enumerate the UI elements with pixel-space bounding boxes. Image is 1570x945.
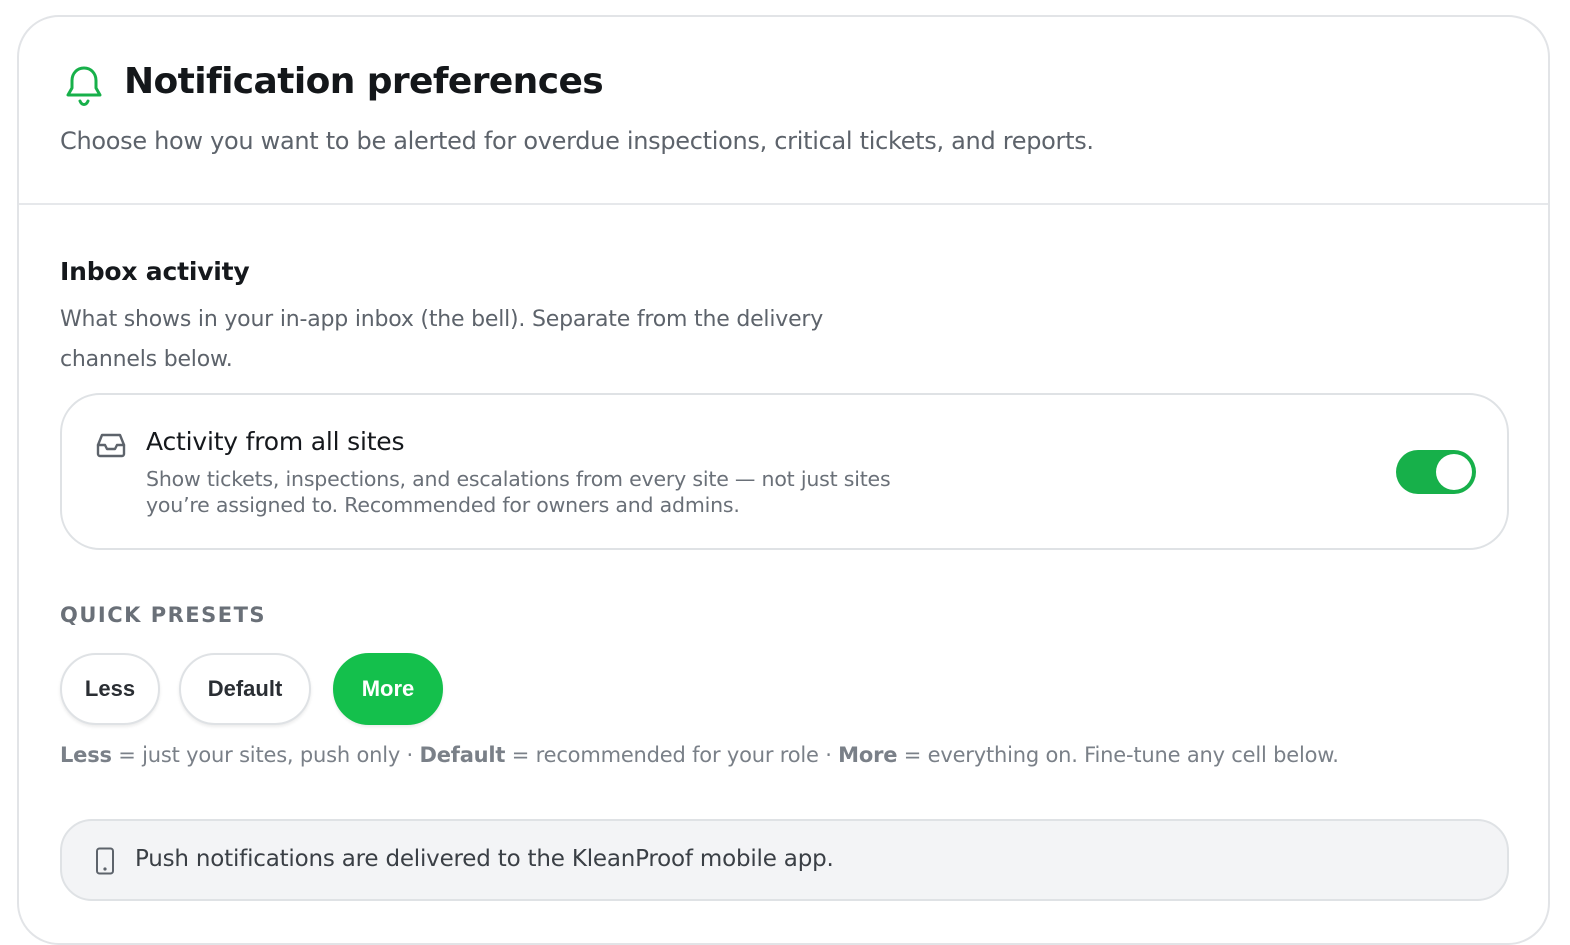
quick-presets-label: QUICK PRESETS — [60, 603, 267, 627]
activity-all-sites-toggle[interactable] — [1396, 450, 1476, 494]
toggle-knob — [1436, 454, 1472, 490]
bell-icon — [66, 66, 102, 106]
help-default-text: = recommended for your role · — [505, 743, 839, 767]
notification-preferences-card: Notification preferences Choose how you … — [17, 15, 1550, 945]
push-notifications-banner: Push notifications are delivered to the … — [60, 819, 1509, 901]
setting-title: Activity from all sites — [146, 427, 405, 456]
help-less-term: Less — [60, 743, 112, 767]
setting-description: Show tickets, inspections, and escalatio… — [146, 467, 891, 517]
preset-default-button[interactable]: Default — [179, 653, 311, 725]
page-subtitle: Choose how you want to be alerted for ov… — [60, 127, 1094, 155]
help-more-text: = everything on. Fine-tune any cell belo… — [897, 743, 1339, 767]
help-less-text: = just your sites, push only · — [111, 743, 420, 767]
presets-help-text: Less = just your sites, push only · Defa… — [60, 743, 1339, 767]
page-title: Notification preferences — [124, 61, 604, 102]
inbox-activity-heading: Inbox activity — [60, 257, 250, 286]
inbox-icon — [96, 433, 126, 458]
preset-less-button[interactable]: Less — [60, 653, 160, 725]
card-header: Notification preferences Choose how you … — [19, 17, 1548, 205]
phone-icon — [96, 847, 114, 875]
inbox-activity-description: What shows in your in-app inbox (the bel… — [60, 307, 824, 372]
help-default-term: Default — [419, 743, 506, 767]
help-more-term: More — [838, 743, 898, 767]
preset-more-button[interactable]: More — [333, 653, 443, 725]
push-banner-text: Push notifications are delivered to the … — [135, 846, 834, 872]
activity-all-sites-setting[interactable]: Activity from all sites Show tickets, in… — [60, 393, 1509, 550]
